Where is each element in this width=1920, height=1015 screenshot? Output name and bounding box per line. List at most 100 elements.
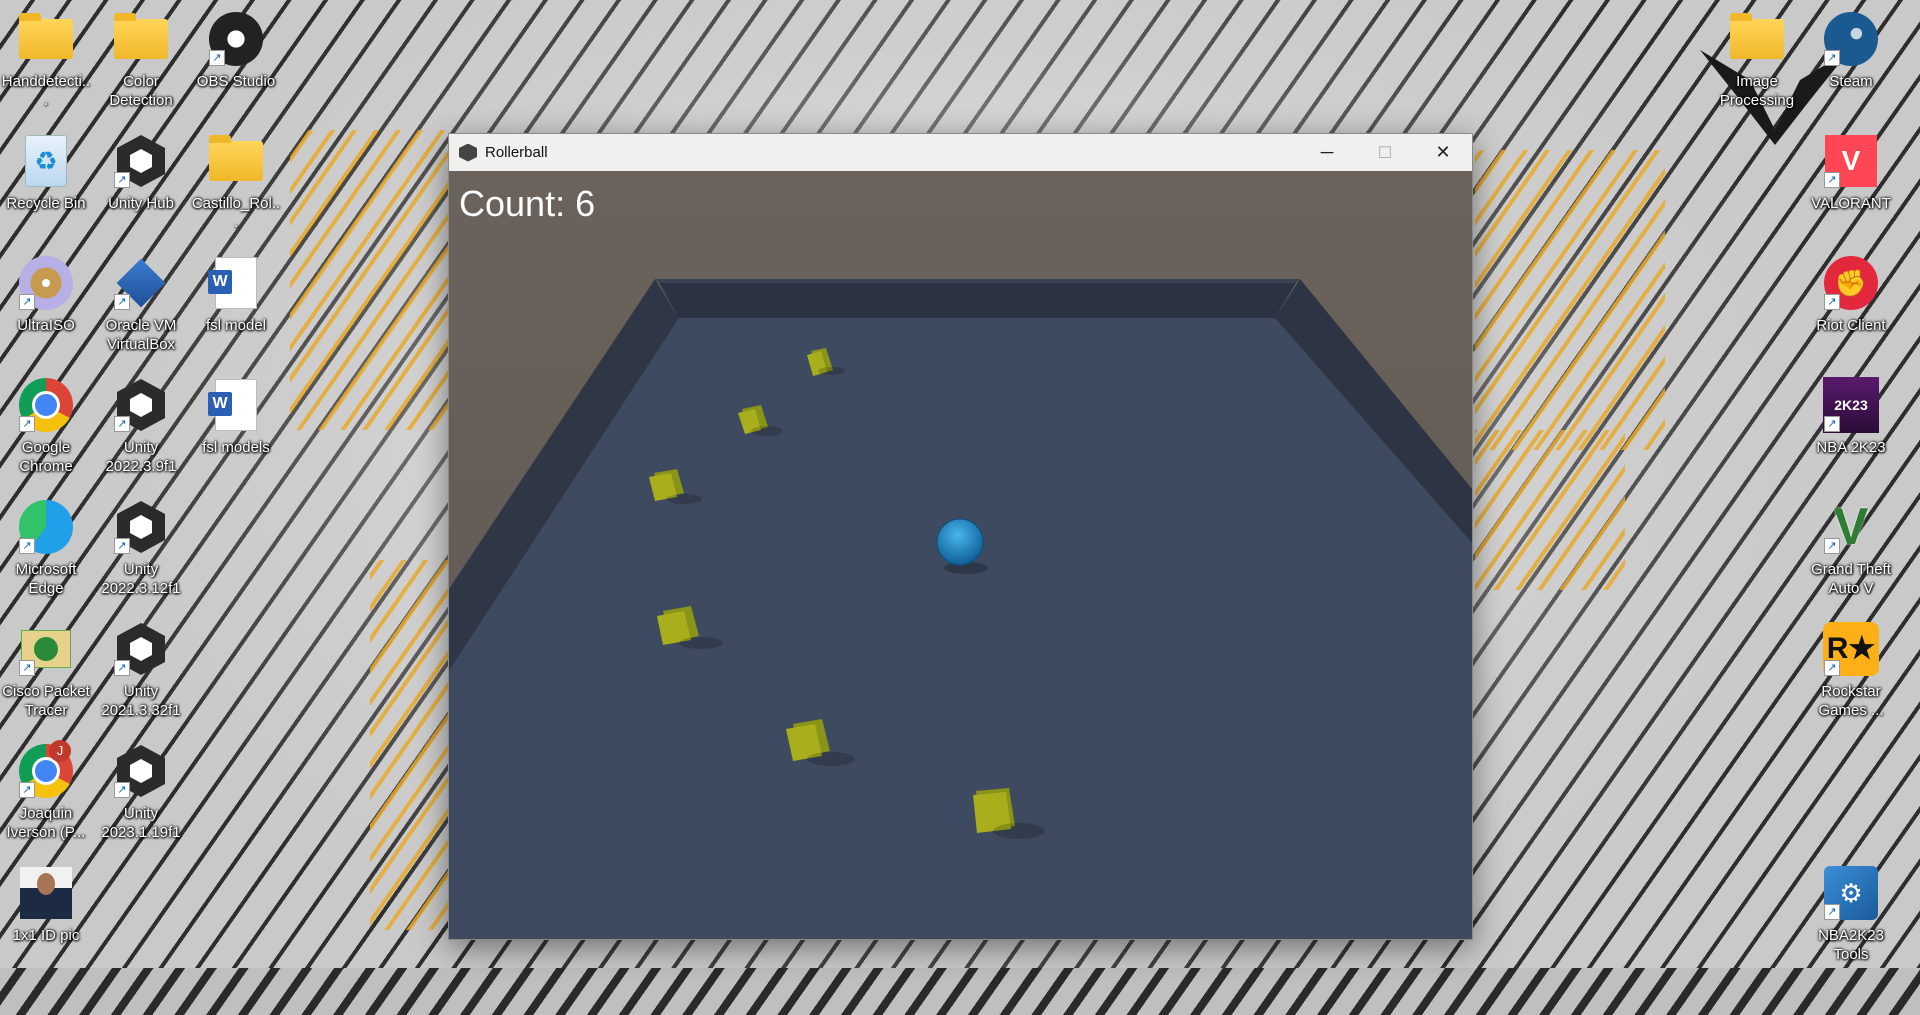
shortcut-arrow-icon: ↗ (114, 172, 130, 188)
unity-app-icon (459, 143, 477, 162)
icon-label: Microsoft Edge (15, 561, 77, 597)
desktop-icon-fsl-model[interactable]: W fsl model (190, 254, 282, 335)
desktop-icon-joaquin-iverson[interactable]: J ↗ Joaquin Iverson (P... (0, 740, 92, 842)
maximize-button[interactable]: ☐ (1356, 134, 1414, 171)
count-text: Count: 6 (459, 183, 596, 224)
shortcut-arrow-icon: ↗ (1824, 172, 1840, 188)
minimize-button[interactable]: ─ (1298, 134, 1356, 171)
desktop-icon-valorant[interactable]: V ↗ VALORANT (1805, 132, 1897, 213)
desktop-icon-gta-v[interactable]: V ↗ Grand Theft Auto V (1805, 498, 1897, 598)
desktop-icon-nba-2k23[interactable]: 2K23 ↗ NBA 2K23 (1805, 376, 1897, 457)
icon-label: Recycle Bin (6, 195, 86, 212)
icon-label: fsl models (202, 439, 270, 456)
shortcut-arrow-icon: ↗ (114, 416, 130, 432)
folder-icon (19, 13, 73, 59)
icon-label: Joaquin Iverson (P... (6, 805, 86, 841)
shortcut-arrow-icon: ↗ (19, 660, 35, 676)
desktop-icon-id-pic[interactable]: 1x1 ID pic (0, 864, 92, 945)
back-wall (659, 283, 1296, 318)
shortcut-arrow-icon: ↗ (1824, 538, 1840, 554)
rollerball-window: Rollerball ─ ☐ ✕ Count: 6 (448, 133, 1473, 940)
desktop-icon-fsl-models[interactable]: W fsl models (190, 376, 282, 457)
shortcut-arrow-icon: ↗ (19, 782, 35, 798)
desktop-icon-recycle-bin[interactable]: ♻ Recycle Bin (0, 132, 92, 213)
icon-label: Steam (1829, 73, 1873, 90)
icon-label: VALORANT (1811, 195, 1891, 212)
icon-label: Oracle VM VirtualBox (105, 317, 177, 353)
desktop-icon-rockstar[interactable]: R★ ↗ Rockstar Games ... (1805, 620, 1897, 720)
game-scene (449, 171, 1472, 939)
icon-label: Grand Theft Auto V (1811, 561, 1891, 597)
icon-label: Unity Hub (108, 195, 174, 212)
desktop-icon-unity-2023-1-19[interactable]: ↗ Unity 2023.1.19f1 (95, 742, 187, 842)
desktop-icon-unity-hub[interactable]: ↗ Unity Hub (95, 132, 187, 213)
icon-label: UltraISO (17, 317, 75, 334)
window-title: Rollerball (485, 144, 548, 161)
icon-label: Image Processing (1719, 73, 1795, 109)
photo-icon (20, 867, 72, 919)
shortcut-arrow-icon: ↗ (19, 538, 35, 554)
desktop-icon-unity-2022-3-12[interactable]: ↗ Unity 2022.3.12f1 (95, 498, 187, 598)
shortcut-arrow-icon: ↗ (209, 50, 225, 66)
desktop-icon-handdetection[interactable]: Handdetecti... (0, 10, 92, 110)
folder-icon (114, 13, 168, 59)
shortcut-arrow-icon: ↗ (1824, 660, 1840, 676)
wallpaper-gold-stripes (290, 130, 450, 430)
icon-label: Color Detection (109, 73, 173, 109)
wallpaper-gold-stripes (370, 560, 450, 930)
back-wall-top (655, 279, 1300, 283)
shortcut-arrow-icon: ↗ (114, 660, 130, 676)
shortcut-arrow-icon: ↗ (19, 294, 35, 310)
wallpaper-bottom-strip (0, 968, 1920, 1015)
icon-label: Handdetecti... (1, 73, 91, 109)
icon-label: Unity 2022.3.12f1 (101, 561, 181, 597)
desktop-icon-unity-2022-3-9[interactable]: ↗ Unity 2022.3.9f1 (95, 376, 187, 476)
wallpaper-gold-stripes (1475, 150, 1665, 450)
shortcut-arrow-icon: ↗ (1824, 904, 1840, 920)
desktop-icon-castillo[interactable]: Castillo_Rol... (190, 132, 282, 232)
icon-label: Rockstar Games ... (1818, 683, 1884, 719)
icon-label: NBA2K23 Tools (1818, 927, 1884, 963)
desktop-icon-virtualbox[interactable]: ↗ Oracle VM VirtualBox (95, 254, 187, 354)
shortcut-arrow-icon: ↗ (19, 416, 35, 432)
close-button[interactable]: ✕ (1414, 134, 1472, 171)
folder-icon (209, 135, 263, 181)
desktop-icon-google-chrome[interactable]: ↗ Google Chrome (0, 376, 92, 476)
game-viewport[interactable]: Count: 6 (449, 171, 1472, 939)
icon-label: Cisco Packet Tracer (2, 683, 90, 719)
recycle-bin-icon: ♻ (25, 135, 67, 187)
icon-label: Google Chrome (19, 439, 73, 475)
icon-label: Unity 2023.1.19f1 (101, 805, 181, 841)
desktop-icon-image-processing[interactable]: Image Processing (1711, 10, 1803, 110)
shortcut-arrow-icon: ↗ (114, 538, 130, 554)
icon-label: 1x1 ID pic (12, 927, 80, 944)
icon-label: Unity 2021.3.32f1 (101, 683, 181, 719)
desktop-icon-riot-client[interactable]: ✊ ↗ Riot Client (1805, 254, 1897, 335)
word-doc-icon: W (208, 379, 257, 431)
profile-badge: J (49, 740, 71, 762)
desktop-icon-nba2k23-tools[interactable]: ⚙ ↗ NBA2K23 Tools (1805, 864, 1897, 964)
word-doc-icon: W (208, 257, 257, 309)
desktop-icon-unity-2021-3-32[interactable]: ↗ Unity 2021.3.32f1 (95, 620, 187, 720)
desktop-icon-obs-studio[interactable]: ↗ OBS Studio (190, 10, 282, 91)
icon-label: Unity 2022.3.9f1 (105, 439, 177, 475)
player-ball (936, 518, 984, 566)
folder-icon (1730, 13, 1784, 59)
desktop-icon-color-detection[interactable]: Color Detection (95, 10, 187, 110)
icon-label: Castillo_Rol... (191, 195, 281, 231)
desktop-icon-ultraiso[interactable]: ↗ UltraISO (0, 254, 92, 335)
shortcut-arrow-icon: ↗ (114, 782, 130, 798)
icon-label: NBA 2K23 (1816, 439, 1886, 456)
shortcut-arrow-icon: ↗ (1824, 294, 1840, 310)
desktop-icon-steam[interactable]: ↗ Steam (1805, 10, 1897, 91)
shortcut-arrow-icon: ↗ (1824, 50, 1840, 66)
icon-label: OBS Studio (196, 73, 276, 90)
window-titlebar[interactable]: Rollerball ─ ☐ ✕ (449, 134, 1472, 171)
shortcut-arrow-icon: ↗ (1824, 416, 1840, 432)
wallpaper-gold-stripes (1475, 430, 1625, 590)
icon-label: fsl model (205, 317, 267, 334)
icon-label: Riot Client (1816, 317, 1886, 334)
desktop-icon-microsoft-edge[interactable]: ↗ Microsoft Edge (0, 498, 92, 598)
desktop-icon-cisco-packet-tracer[interactable]: ↗ Cisco Packet Tracer (0, 620, 92, 720)
shortcut-arrow-icon: ↗ (114, 294, 130, 310)
